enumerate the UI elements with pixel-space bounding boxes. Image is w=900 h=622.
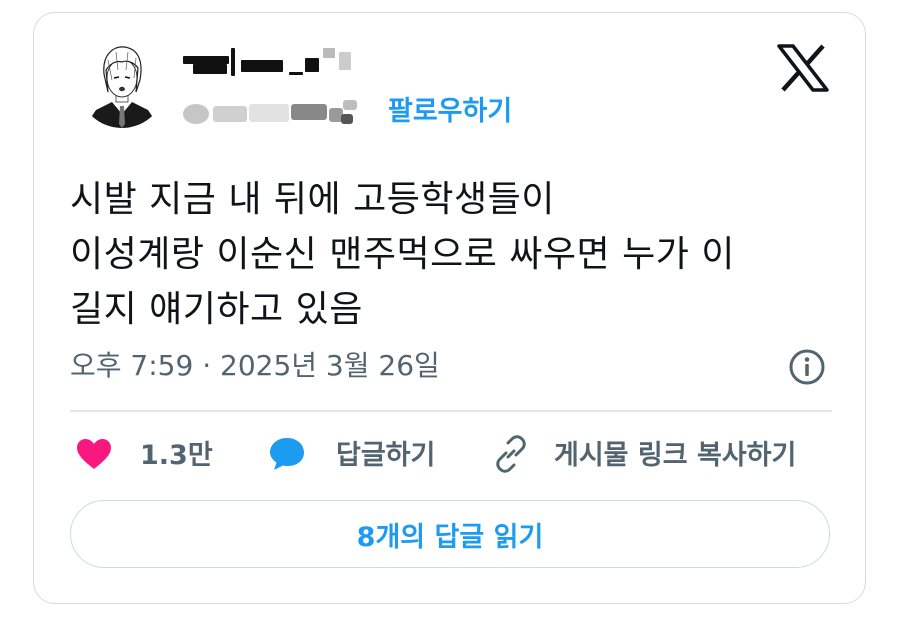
redacted-handle (183, 98, 373, 128)
reply-bubble-icon (268, 436, 306, 476)
info-icon[interactable] (788, 348, 826, 386)
read-replies-label: 8개의 답글 읽기 (356, 521, 544, 553)
tweet-timestamp[interactable]: 오후 7:59 · 2025년 3월 26일 (70, 346, 440, 386)
read-replies-button[interactable]: 8개의 답글 읽기 (70, 500, 830, 568)
link-icon (492, 435, 530, 477)
divider (70, 410, 832, 412)
reply-label: 답글하기 (336, 440, 436, 471)
reply-button[interactable]: 답글하기 (268, 434, 435, 478)
avatar[interactable] (78, 40, 166, 128)
heart-icon (76, 438, 112, 474)
follow-button[interactable]: 팔로우하기 (388, 94, 512, 130)
copy-link-button[interactable]: 게시물 링크 복사하기 (492, 434, 796, 478)
copy-link-label: 게시물 링크 복사하기 (554, 440, 797, 471)
like-count: 1.3만 (140, 440, 213, 471)
tweet-text: 시발 지금 내 뒤에 고등학생들이 이성계랑 이순신 맨주먹으로 싸우면 누가 … (70, 179, 735, 330)
like-button[interactable]: 1.3만 (76, 434, 213, 478)
x-logo-icon[interactable] (777, 44, 829, 92)
redacted-display-name (183, 46, 353, 80)
